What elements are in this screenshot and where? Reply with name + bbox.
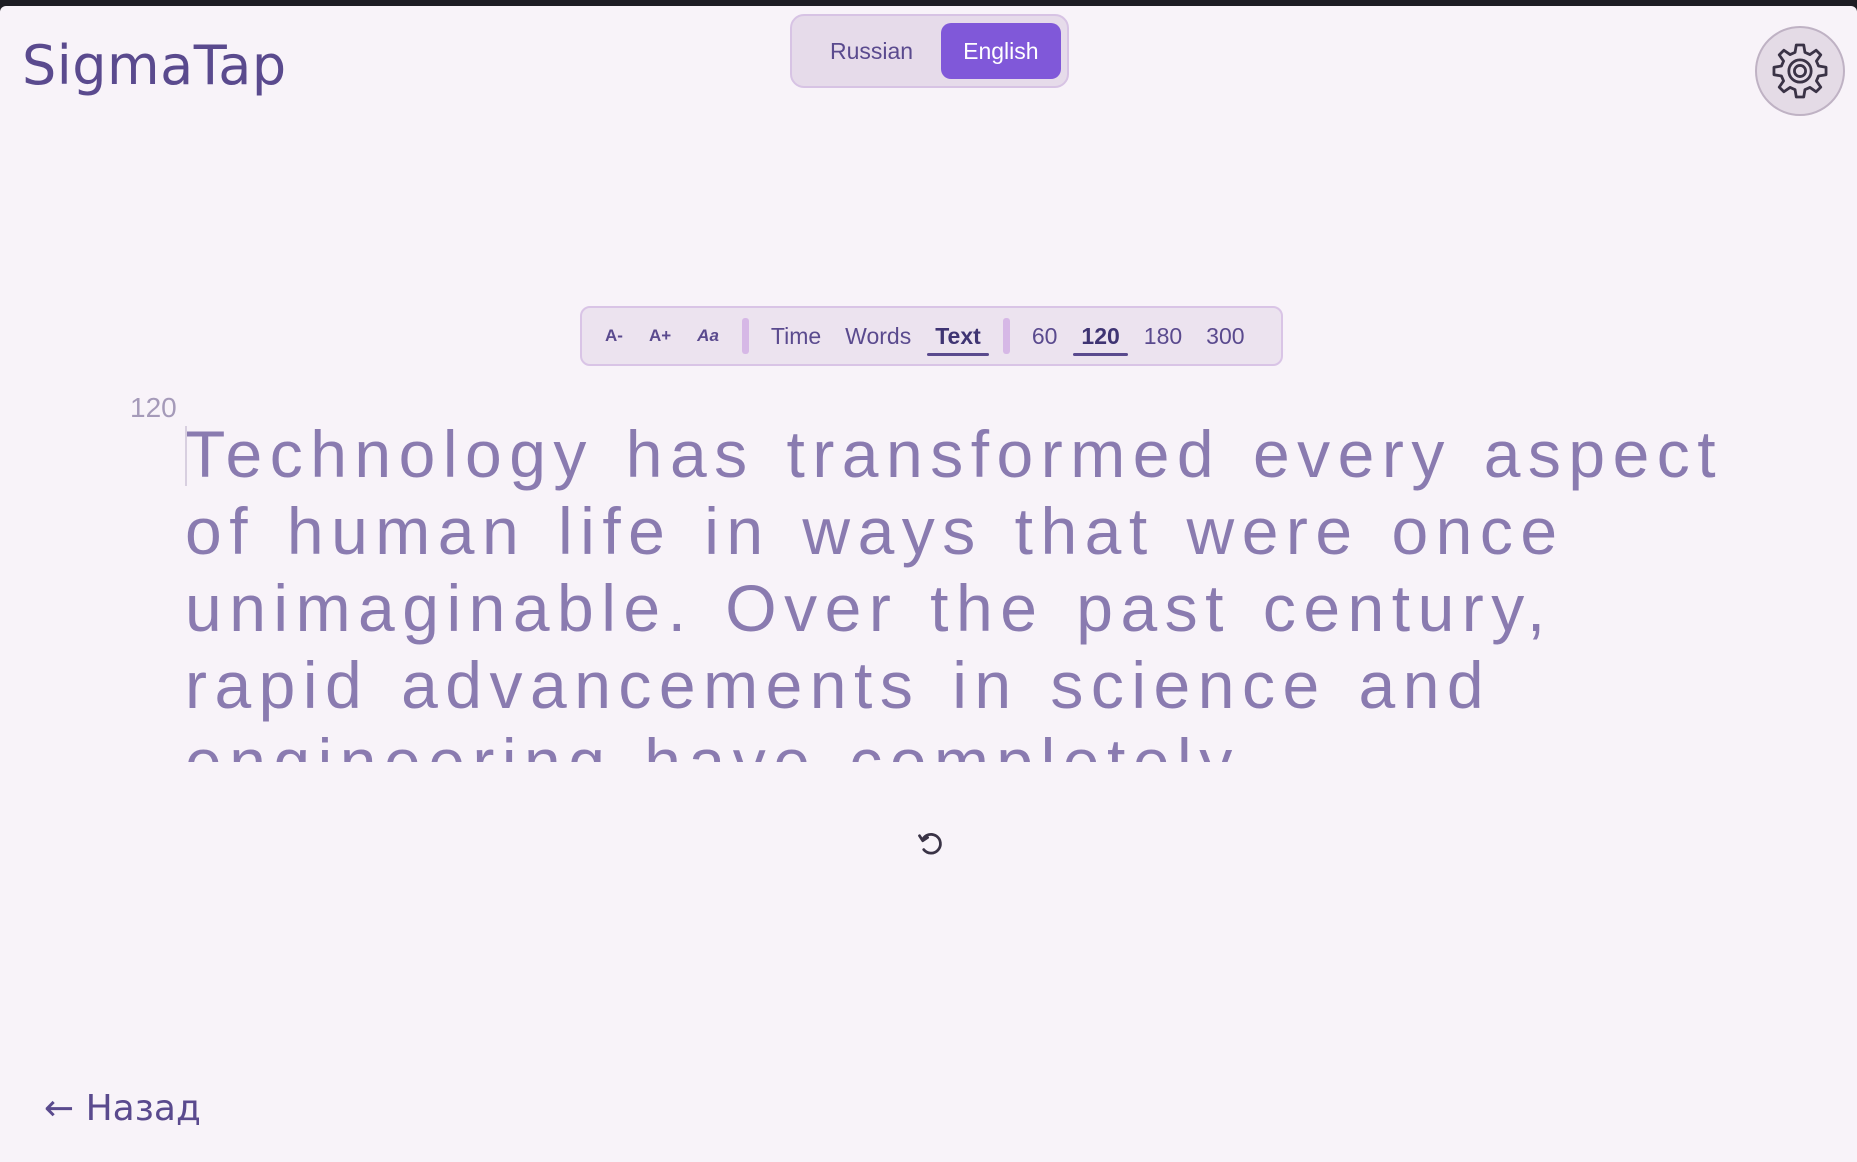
count-300-option[interactable]: 300 — [1194, 314, 1256, 358]
gear-icon — [1772, 43, 1828, 99]
typing-text-area[interactable]: Technology has transformed every aspect … — [185, 416, 1745, 762]
count-60-option[interactable]: 60 — [1020, 314, 1070, 358]
toolbar-divider — [1002, 318, 1010, 354]
count-120-option[interactable]: 120 — [1069, 314, 1131, 358]
mode-time-tab[interactable]: Time — [759, 314, 833, 358]
remaining-counter: 120 — [130, 392, 177, 423]
restart-button[interactable] — [914, 826, 948, 860]
restart-icon — [918, 833, 942, 855]
settings-button[interactable] — [1755, 26, 1845, 116]
language-toggle: Russian English — [790, 14, 1069, 88]
font-decrease-button[interactable]: A- — [592, 314, 636, 358]
test-toolbar: A- A+ Aa Time Words Text 60 120 180 300 — [580, 306, 1283, 366]
typing-text: Technology has transformed every aspect … — [185, 417, 1724, 762]
mode-text-tab[interactable]: Text — [923, 314, 993, 358]
app-window: SigmaTap Russian English A- A+ Aa Time W… — [0, 6, 1857, 1162]
app-logo[interactable]: SigmaTap — [22, 34, 287, 97]
language-russian-button[interactable]: Russian — [808, 23, 935, 79]
font-increase-button[interactable]: A+ — [636, 314, 684, 358]
back-link[interactable]: ← Назад — [44, 1088, 201, 1129]
font-style-button[interactable]: Aa — [684, 314, 732, 358]
count-180-option[interactable]: 180 — [1132, 314, 1194, 358]
language-english-button[interactable]: English — [941, 23, 1061, 79]
mode-words-tab[interactable]: Words — [833, 314, 923, 358]
typing-caret — [185, 426, 187, 486]
toolbar-divider — [741, 318, 749, 354]
